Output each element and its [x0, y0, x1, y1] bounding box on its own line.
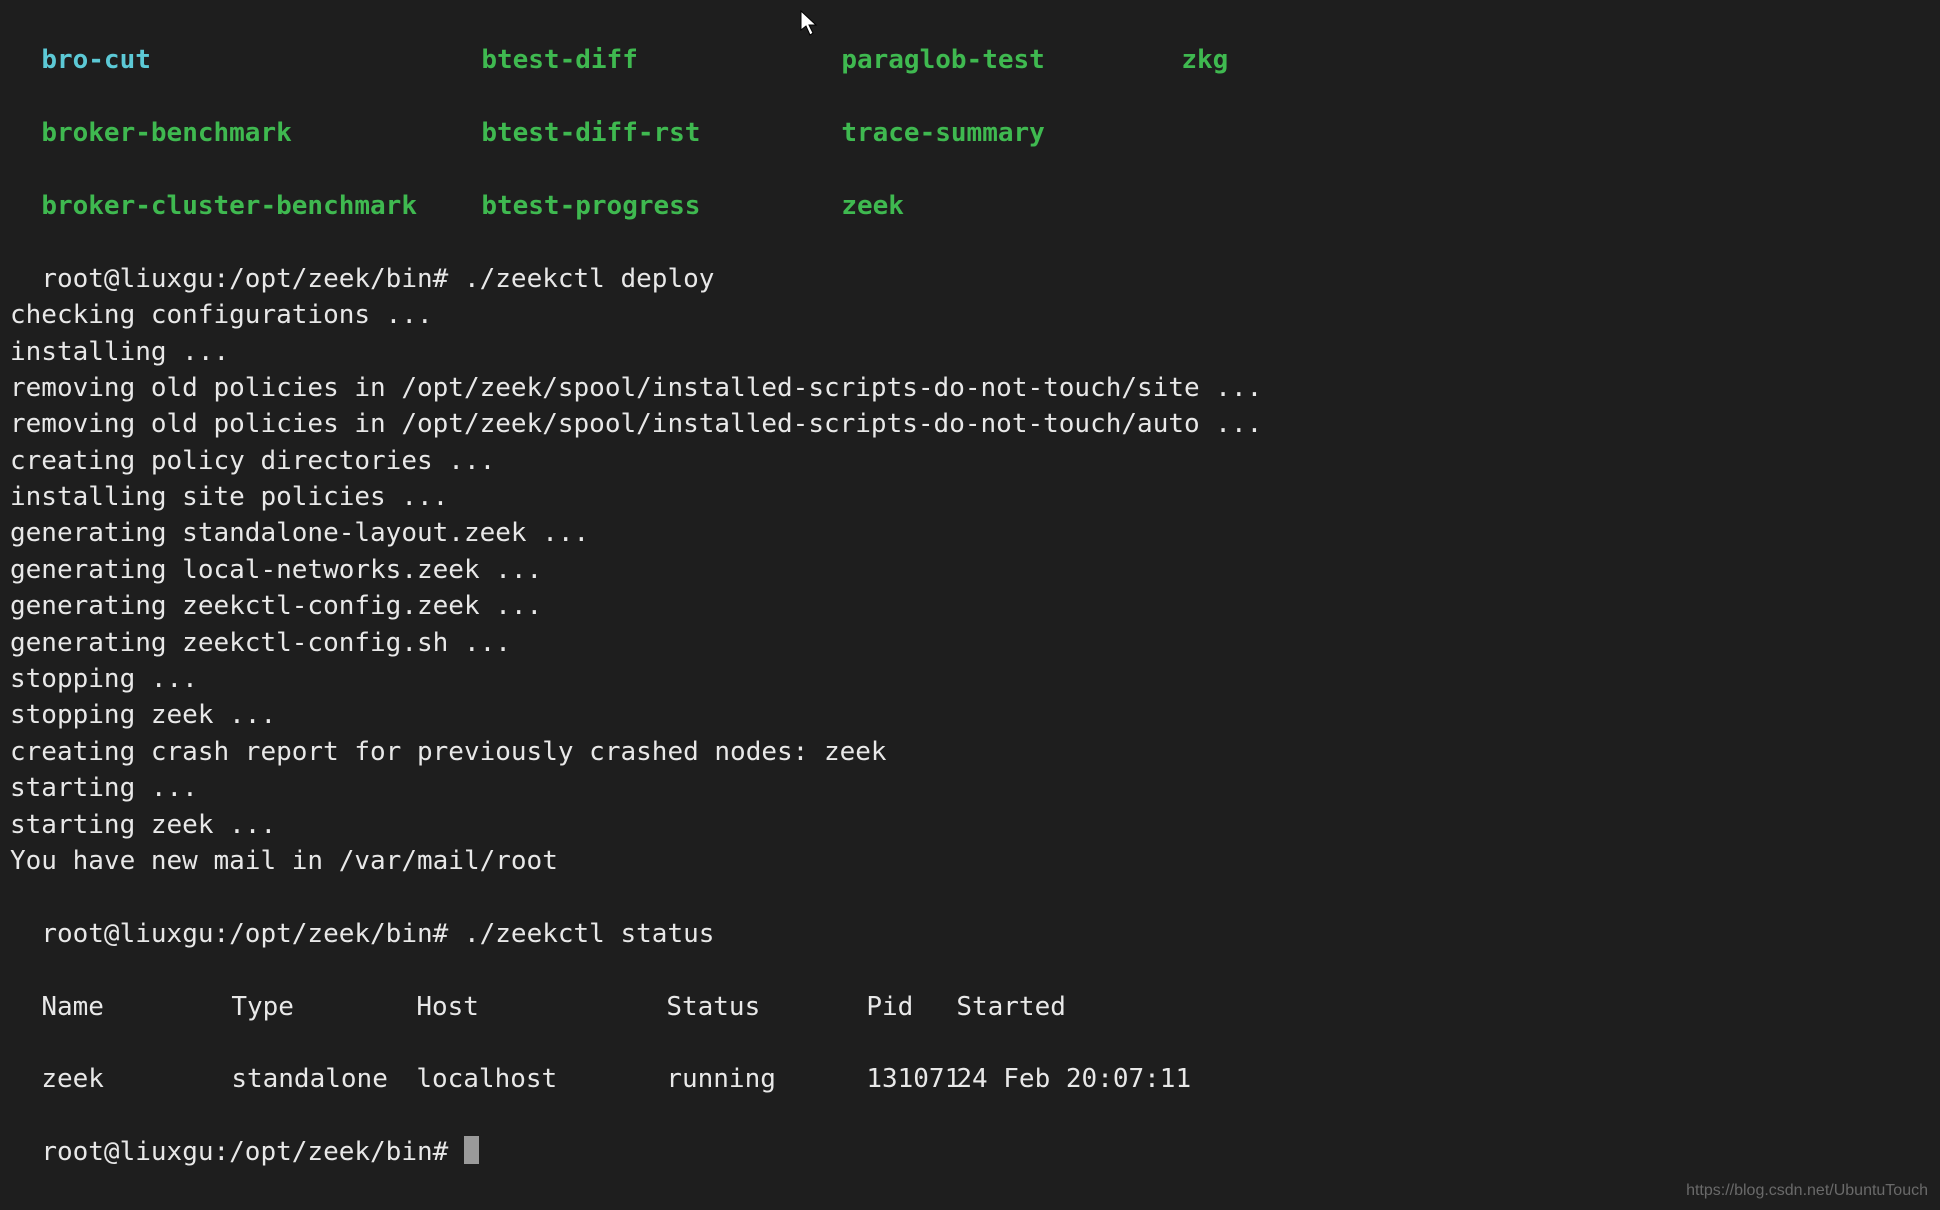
output-line: generating local-networks.zeek ...	[10, 552, 1930, 588]
output-line: starting zeek ...	[10, 807, 1930, 843]
exec-list-row-2: broker-benchmarkbtest-diff-rsttrace-summ…	[10, 79, 1930, 152]
status-col-host: Host	[416, 989, 666, 1025]
prompt-line-3[interactable]: root@liuxgu:/opt/zeek/bin#	[10, 1098, 1930, 1171]
shell-prompt: root@liuxgu:/opt/zeek/bin#	[41, 264, 464, 294]
exec-entry: zkg	[1181, 42, 1381, 78]
status-header-row: NameTypeHostStatusPidStarted	[10, 952, 1930, 1025]
exec-entry: paraglob-test	[841, 42, 1181, 78]
status-val-type: standalone	[231, 1061, 416, 1097]
shell-prompt: root@liuxgu:/opt/zeek/bin#	[41, 919, 464, 949]
status-val-started: 24 Feb 20:07:11	[956, 1061, 1191, 1097]
status-val-name: zeek	[41, 1061, 231, 1097]
exec-entry: btest-progress	[481, 188, 841, 224]
output-line: starting ...	[10, 770, 1930, 806]
output-line: stopping ...	[10, 661, 1930, 697]
exec-entry: broker-cluster-benchmark	[41, 188, 481, 224]
output-line: checking configurations ...	[10, 297, 1930, 333]
status-col-name: Name	[41, 989, 231, 1025]
status-col-type: Type	[231, 989, 416, 1025]
status-data-row: zeekstandalonelocalhostrunning13107124 F…	[10, 1025, 1930, 1098]
output-line: generating zeekctl-config.zeek ...	[10, 588, 1930, 624]
output-line: generating standalone-layout.zeek ...	[10, 515, 1930, 551]
status-col-status: Status	[666, 989, 866, 1025]
exec-entry: trace-summary	[841, 115, 1181, 151]
output-line: generating zeekctl-config.sh ...	[10, 625, 1930, 661]
exec-entry: btest-diff	[481, 42, 841, 78]
output-line: creating crash report for previously cra…	[10, 734, 1930, 770]
output-line: installing ...	[10, 334, 1930, 370]
terminal-cursor	[464, 1136, 479, 1164]
output-line: You have new mail in /var/mail/root	[10, 843, 1930, 879]
exec-entry: broker-benchmark	[41, 115, 481, 151]
watermark-text: https://blog.csdn.net/UbuntuTouch	[1686, 1180, 1928, 1202]
output-line: installing site policies ...	[10, 479, 1930, 515]
command-text: ./zeekctl status	[464, 919, 714, 949]
output-line: creating policy directories ...	[10, 443, 1930, 479]
status-col-started: Started	[956, 989, 1066, 1025]
exec-entry: btest-diff-rst	[481, 115, 841, 151]
status-val-status: running	[666, 1061, 866, 1097]
shell-prompt: root@liuxgu:/opt/zeek/bin#	[41, 1137, 464, 1167]
exec-list-row-1: bro-cutbtest-diffparaglob-testzkg	[10, 6, 1930, 79]
prompt-line-2[interactable]: root@liuxgu:/opt/zeek/bin# ./zeekctl sta…	[10, 879, 1930, 952]
output-line: removing old policies in /opt/zeek/spool…	[10, 406, 1930, 442]
output-line: removing old policies in /opt/zeek/spool…	[10, 370, 1930, 406]
exec-entry: bro-cut	[41, 42, 481, 78]
exec-entry: zeek	[841, 188, 1181, 224]
status-val-host: localhost	[416, 1061, 666, 1097]
command-text: ./zeekctl deploy	[464, 264, 714, 294]
output-line: stopping zeek ...	[10, 697, 1930, 733]
exec-list-row-3: broker-cluster-benchmarkbtest-progressze…	[10, 152, 1930, 225]
status-val-pid: 131071	[866, 1061, 956, 1097]
status-col-pid: Pid	[866, 989, 956, 1025]
prompt-line-1[interactable]: root@liuxgu:/opt/zeek/bin# ./zeekctl dep…	[10, 224, 1930, 297]
